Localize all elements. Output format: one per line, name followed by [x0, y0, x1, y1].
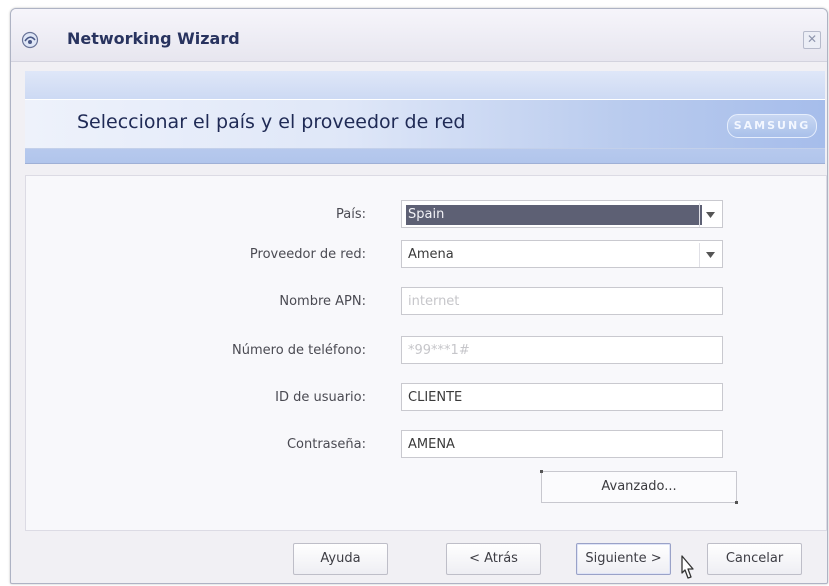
provider-value: Amena: [408, 247, 454, 262]
chevron-down-icon[interactable]: [699, 243, 720, 267]
title-bar[interactable]: Networking Wizard ✕: [11, 9, 827, 62]
user-id-label: ID de usuario:: [275, 390, 366, 405]
phone-label: Número de teléfono:: [232, 343, 366, 358]
provider-label: Proveedor de red:: [249, 247, 366, 262]
country-value: Spain: [408, 207, 445, 222]
advanced-button[interactable]: Avanzado...: [540, 470, 738, 504]
password-value: AMENA: [408, 437, 455, 452]
wizard-window: Networking Wizard ✕ Seleccionar el país …: [10, 8, 828, 584]
password-label: Contraseña:: [286, 437, 366, 452]
form-panel: País: Spain Proveedor de red: Amena Nomb…: [25, 175, 827, 531]
apn-value: internet: [408, 294, 460, 309]
country-select[interactable]: Spain: [401, 200, 723, 228]
password-field[interactable]: AMENA: [401, 430, 723, 458]
network-wizard-icon: [21, 31, 39, 49]
cancel-button[interactable]: Cancelar: [707, 543, 802, 575]
close-icon[interactable]: ✕: [803, 31, 821, 49]
page-title: Seleccionar el país y el proveedor de re…: [77, 111, 466, 133]
chevron-down-icon[interactable]: [699, 203, 720, 227]
apn-label: Nombre APN:: [279, 294, 366, 309]
phone-value: *99***1#: [408, 343, 470, 358]
mouse-pointer-icon: [676, 554, 696, 582]
country-label: País:: [336, 207, 366, 222]
back-button[interactable]: < Atrás: [446, 543, 541, 575]
phone-field[interactable]: *99***1#: [401, 336, 723, 364]
user-id-field[interactable]: CLIENTE: [401, 383, 723, 411]
selection-highlight: [406, 205, 702, 225]
help-button[interactable]: Ayuda: [293, 543, 388, 575]
window-title: Networking Wizard: [67, 29, 240, 48]
user-id-value: CLIENTE: [408, 390, 463, 405]
wizard-banner: Seleccionar el país y el proveedor de re…: [25, 71, 825, 164]
next-button[interactable]: Siguiente >: [576, 543, 671, 575]
apn-field[interactable]: internet: [401, 287, 723, 315]
provider-select[interactable]: Amena: [401, 240, 723, 268]
brand-logo: SAMSUNG: [727, 114, 817, 138]
